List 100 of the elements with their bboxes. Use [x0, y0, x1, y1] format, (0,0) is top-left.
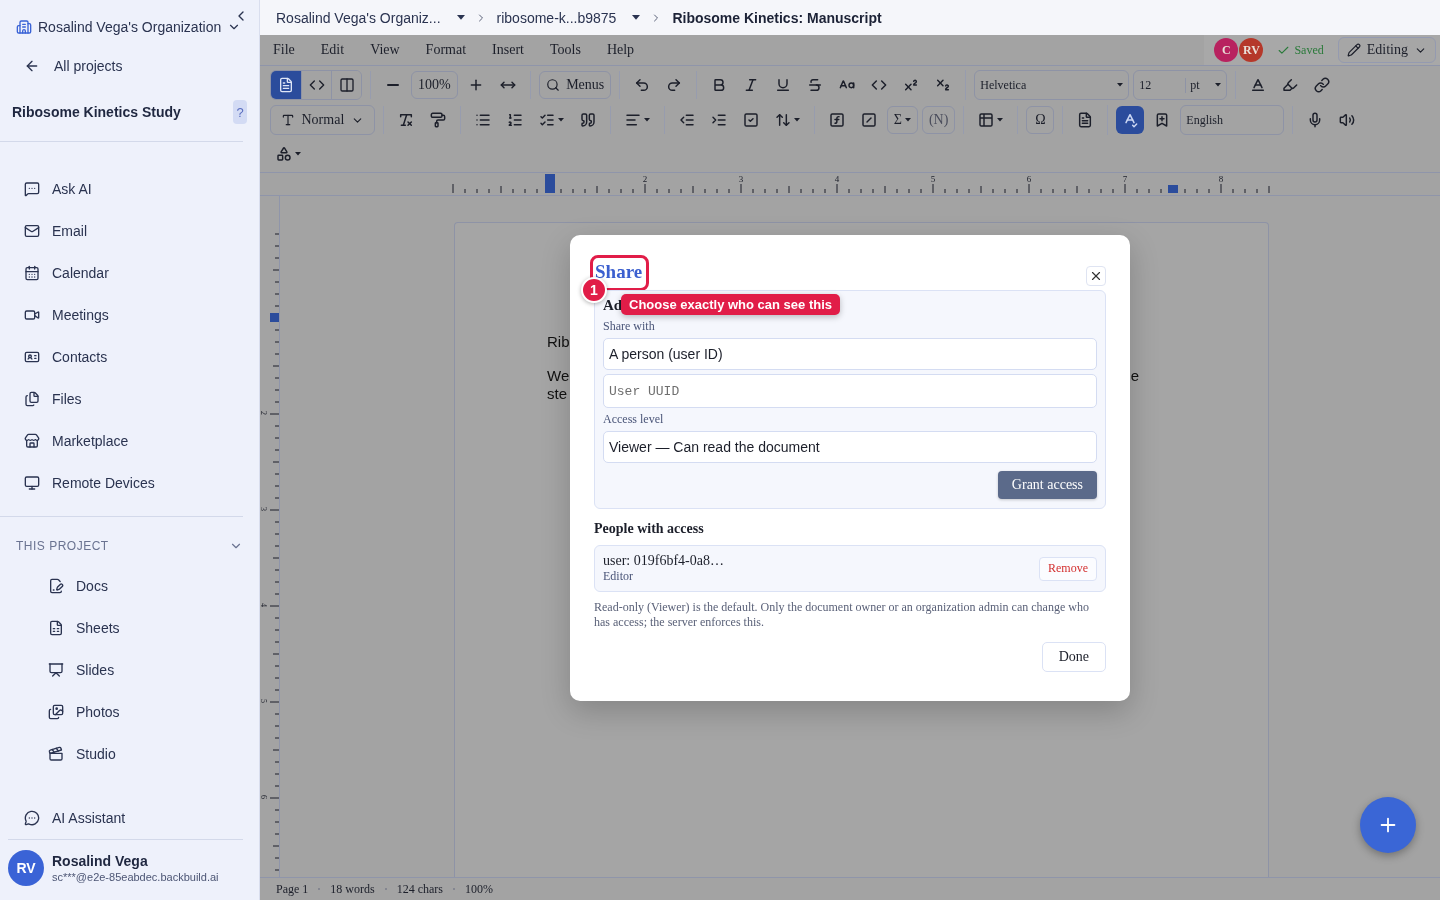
menu-item[interactable]: Format [412, 42, 480, 58]
menu-item[interactable]: Edit [307, 42, 358, 58]
caret-icon [1215, 83, 1222, 87]
sidebar-item[interactable]: Docs [0, 565, 259, 607]
superscript-icon [903, 77, 920, 93]
menu-item[interactable]: View [357, 42, 413, 58]
spellcheck-icon [1122, 112, 1139, 128]
sidebar-item[interactable]: AI Assistant [0, 797, 259, 839]
sidebar-item[interactable]: Studio [0, 733, 259, 775]
view-toggle[interactable] [331, 71, 361, 99]
video-camera-icon [24, 307, 40, 323]
section-header[interactable]: THIS PROJECT [16, 531, 243, 561]
indent-marker[interactable] [545, 174, 555, 193]
images-icon [48, 704, 64, 720]
breadcrumb-link[interactable]: Rosalind Vega's Organiz... [276, 9, 465, 26]
access-level-select[interactable]: Viewer — Can read the document [603, 431, 1097, 463]
strikethrough-icon [807, 77, 824, 93]
close-button[interactable] [1086, 266, 1106, 286]
align-left-icon [624, 112, 641, 128]
ruler-number: 7 [1122, 174, 1128, 184]
menu-item[interactable]: File [260, 42, 308, 58]
status-text: 18 words [330, 881, 375, 897]
presentation-icon [48, 662, 64, 678]
menus-button[interactable]: Menus [538, 71, 612, 99]
ruler-number: 3 [260, 507, 268, 511]
line-spacing-icon [774, 112, 791, 128]
view-toggle[interactable] [271, 71, 301, 99]
status-text: 100% [465, 881, 493, 897]
help-badge[interactable]: ? [233, 100, 247, 124]
language-field[interactable]: English [1180, 105, 1285, 135]
organization-name[interactable]: Rosalind Vega's Organization [38, 19, 222, 35]
chat-icon [24, 181, 40, 197]
paint-roller-icon [429, 112, 446, 128]
sidebar-item[interactable]: Email [0, 210, 259, 252]
toolbar-button[interactable]: Σ [886, 106, 918, 134]
user-uuid-field[interactable]: User UUID [603, 374, 1097, 408]
all-projects-link[interactable]: All projects [0, 52, 259, 80]
sidebar-item[interactable]: Slides [0, 649, 259, 691]
sidebar-item[interactable]: Photos [0, 691, 259, 733]
mail-icon [24, 223, 40, 239]
grant-access-button[interactable]: Grant access [997, 471, 1097, 499]
font-select[interactable]: Helvetica [974, 70, 1130, 100]
sidebar-item[interactable]: Meetings [0, 294, 259, 336]
ruler-number: 5 [930, 174, 936, 184]
sidebar-item[interactable]: Sheets [0, 607, 259, 649]
sidebar-item[interactable]: Files [0, 378, 259, 420]
toolbar-button[interactable]: Ω [1026, 106, 1055, 134]
files-icon [24, 391, 40, 407]
code-icon [871, 77, 888, 93]
user-avatar[interactable]: RV [8, 850, 44, 886]
toolbar-button[interactable] [1116, 106, 1145, 134]
speaker-icon [1339, 112, 1356, 128]
font-size-select[interactable]: 12 pt [1133, 70, 1228, 100]
ruler-number: 6 [1026, 174, 1032, 184]
slash-square-icon [860, 112, 877, 128]
collaborator-avatar[interactable]: C [1214, 38, 1239, 62]
shapes-icon [276, 146, 292, 162]
document-icon [48, 578, 64, 594]
share-with-select[interactable]: A person (user ID) [603, 338, 1097, 370]
remove-button[interactable]: Remove [1039, 556, 1097, 581]
link-icon [1314, 77, 1331, 93]
sidebar-item[interactable]: Remote Devices [0, 462, 259, 504]
id-card-icon [24, 349, 40, 365]
people-heading: People with access [594, 521, 705, 537]
function-icon [828, 112, 845, 128]
indent-marker[interactable] [270, 313, 279, 322]
document-text: ste [547, 385, 567, 403]
field-label: Access level [603, 412, 664, 427]
sidebar-item[interactable]: Marketplace [0, 420, 259, 462]
collaborator-avatar[interactable]: RV [1239, 38, 1264, 62]
pencil-icon [1346, 43, 1361, 57]
sidebar-item[interactable]: Contacts [0, 336, 259, 378]
paragraph-style-select[interactable]: Normal [270, 105, 375, 135]
access-note: Read-only (Viewer) is the default. Only the document owner or an organization admin can change who has access; the server enforces this. [594, 600, 1090, 630]
save-status: Saved [1277, 42, 1324, 58]
done-button[interactable]: Done [1041, 642, 1106, 672]
breadcrumb-link[interactable]: ribosome-k...b9875 [496, 9, 641, 26]
sidebar-item[interactable]: Calendar [0, 252, 259, 294]
person-user-id: user: 019f6bf4-0a8… [603, 553, 724, 569]
field-label: Share with [603, 319, 655, 334]
spreadsheet-icon [48, 620, 64, 636]
breadcrumb-link[interactable]: Ribosome Kinetics: Manuscript [672, 9, 882, 26]
caret-icon [1117, 83, 1124, 87]
menu-item[interactable]: Tools [536, 42, 594, 58]
close-icon [1089, 269, 1103, 283]
indent-marker[interactable] [1168, 185, 1178, 193]
ruler-number: 8 [1218, 174, 1224, 184]
person-role: Editor [603, 569, 633, 584]
calendar-icon [24, 265, 40, 281]
tour-tooltip: Choose exactly who can see this [621, 294, 841, 315]
store-icon [24, 433, 40, 449]
menu-item[interactable]: Insert [479, 42, 537, 58]
editing-mode-button[interactable]: Editing [1337, 37, 1436, 63]
sidebar-item[interactable]: Ask AI [0, 168, 259, 210]
ruler-number: 5 [260, 699, 268, 703]
bullet-list-icon [474, 112, 491, 128]
toolbar-button[interactable]: 100% [411, 71, 458, 99]
menu-item[interactable]: Help [593, 42, 648, 58]
highlighter-icon [1282, 77, 1299, 93]
underline-icon [775, 77, 792, 93]
